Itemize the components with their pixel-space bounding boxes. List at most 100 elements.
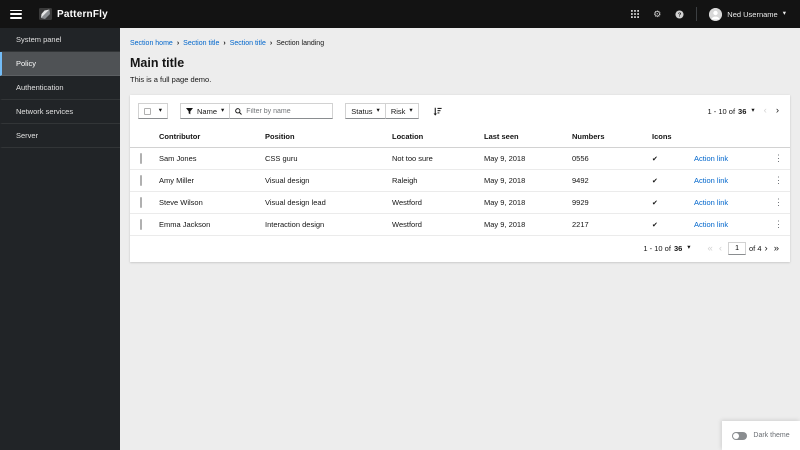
action-link[interactable]: Action link bbox=[694, 220, 728, 229]
name-filter-dropdown[interactable]: Name ▾ bbox=[180, 103, 231, 119]
sidebar-item-system-panel[interactable]: System panel bbox=[0, 28, 120, 52]
cell-last-seen: May 9, 2018 bbox=[480, 169, 568, 192]
sidebar-item-authentication[interactable]: Authentication bbox=[0, 76, 120, 100]
svg-text:?: ? bbox=[678, 12, 682, 18]
col-header-contributor[interactable]: Contributor bbox=[155, 127, 261, 148]
cell-position: Visual design lead bbox=[261, 191, 388, 214]
cell-numbers: 9492 bbox=[568, 169, 648, 192]
cell-contributor: Amy Miller bbox=[155, 169, 261, 192]
status-filter-label: Status bbox=[351, 106, 373, 116]
data-table-card: ▾ Name ▾ Status ▾ bbox=[130, 95, 790, 262]
kebab-menu-icon[interactable]: ⋮ bbox=[774, 219, 783, 229]
cell-last-seen: May 9, 2018 bbox=[480, 191, 568, 214]
sort-button[interactable] bbox=[433, 107, 442, 116]
search-box[interactable] bbox=[229, 103, 334, 119]
cell-numbers: 0556 bbox=[568, 147, 648, 170]
bulk-select-dropdown[interactable]: ▾ bbox=[138, 103, 168, 119]
cell-location: Westford bbox=[388, 213, 480, 236]
cell-position: Interaction design bbox=[261, 213, 388, 236]
kebab-menu-icon[interactable]: ⋮ bbox=[774, 197, 783, 207]
risk-filter-label: Risk bbox=[390, 106, 406, 116]
sidebar-item-server[interactable]: Server bbox=[0, 124, 120, 148]
user-caret-icon: ▾ bbox=[782, 9, 786, 17]
row-checkbox[interactable] bbox=[140, 219, 142, 230]
check-icon: ✔ bbox=[652, 156, 658, 163]
status-filter-dropdown[interactable]: Status ▾ bbox=[345, 103, 386, 119]
breadcrumb-separator-icon: › bbox=[176, 40, 180, 47]
breadcrumb-link[interactable]: Section title bbox=[230, 40, 266, 47]
prev-page-button[interactable]: ‹ bbox=[761, 106, 770, 116]
row-checkbox[interactable] bbox=[140, 197, 142, 208]
kebab-menu-icon[interactable]: ⋮ bbox=[774, 175, 783, 185]
kebab-menu-icon[interactable]: ⋮ bbox=[774, 153, 783, 163]
theme-toggle-card: Dark theme bbox=[722, 421, 800, 450]
help-icon[interactable]: ? bbox=[675, 9, 684, 19]
check-icon: ✔ bbox=[652, 178, 658, 185]
masthead: PatternFly ⚙ ? Ned Username ▾ bbox=[0, 0, 800, 28]
col-header-icons[interactable]: Icons bbox=[648, 127, 690, 148]
cell-numbers: 9929 bbox=[568, 191, 648, 214]
breadcrumb-link[interactable]: Section title bbox=[183, 40, 219, 47]
table-header-row: Contributor Position Location Last seen … bbox=[130, 127, 790, 148]
table-row: Amy Miller Visual design Raleigh May 9, … bbox=[130, 169, 790, 192]
brand-logo-icon bbox=[39, 8, 52, 20]
cell-position: CSS guru bbox=[261, 147, 388, 170]
app-launcher-icon[interactable] bbox=[631, 10, 640, 18]
next-page-button[interactable]: › bbox=[773, 106, 782, 116]
name-filter-label: Name bbox=[197, 106, 218, 116]
breadcrumb-link[interactable]: Section home bbox=[130, 40, 173, 47]
cell-location: Raleigh bbox=[388, 169, 480, 192]
cell-contributor: Emma Jackson bbox=[155, 213, 261, 236]
breadcrumb-separator-icon: › bbox=[223, 40, 226, 47]
pagination-range: 1 - 10 of bbox=[643, 244, 671, 253]
search-input[interactable] bbox=[246, 107, 328, 115]
brand[interactable]: PatternFly bbox=[39, 8, 108, 20]
pagination-total: 36 bbox=[673, 244, 683, 253]
col-header-numbers[interactable]: Numbers bbox=[568, 127, 648, 148]
sidebar-item-policy[interactable]: Policy bbox=[0, 52, 120, 76]
avatar bbox=[709, 7, 723, 21]
table-row: Emma Jackson Interaction design Westford… bbox=[130, 213, 790, 236]
action-link[interactable]: Action link bbox=[694, 198, 728, 207]
dark-theme-label: Dark theme bbox=[753, 432, 790, 439]
prev-page-button[interactable]: ‹ bbox=[716, 244, 725, 254]
cell-last-seen: May 9, 2018 bbox=[480, 213, 568, 236]
action-link[interactable]: Action link bbox=[694, 176, 728, 185]
col-header-position[interactable]: Position bbox=[261, 127, 388, 148]
settings-gear-icon[interactable]: ⚙ bbox=[653, 9, 661, 19]
pagination-caret-icon[interactable]: ▾ bbox=[751, 107, 754, 115]
col-header-last-seen[interactable]: Last seen bbox=[480, 127, 568, 148]
contributors-table: Contributor Position Location Last seen … bbox=[130, 127, 790, 236]
col-header-location[interactable]: Location bbox=[388, 127, 480, 148]
cell-contributor: Sam Jones bbox=[155, 147, 261, 170]
masthead-divider bbox=[696, 7, 698, 21]
cell-location: Westford bbox=[388, 191, 480, 214]
sidebar-item-network-services[interactable]: Network services bbox=[0, 100, 120, 124]
dark-theme-toggle[interactable] bbox=[732, 431, 748, 440]
next-page-button[interactable]: › bbox=[762, 244, 771, 254]
risk-filter-dropdown[interactable]: Risk ▾ bbox=[384, 103, 419, 119]
last-page-button[interactable]: » bbox=[771, 244, 782, 254]
user-menu[interactable]: Ned Username ▾ bbox=[709, 7, 786, 21]
pagination-bottom: 1 - 10 of 36 ▾ « ‹ of 4 › » bbox=[130, 236, 790, 262]
current-page-input[interactable] bbox=[728, 242, 747, 255]
pagination-of-pages: of 4 bbox=[749, 244, 762, 253]
breadcrumb: Section home › Section title › Section t… bbox=[130, 40, 790, 47]
bulk-select-checkbox[interactable] bbox=[144, 107, 151, 115]
table-row: Steve Wilson Visual design lead Westford… bbox=[130, 191, 790, 214]
cell-position: Visual design bbox=[261, 169, 388, 192]
nav-toggle-icon[interactable] bbox=[10, 9, 22, 19]
search-icon bbox=[235, 107, 243, 115]
risk-caret-icon: ▾ bbox=[409, 106, 413, 114]
page-title: Main title bbox=[130, 56, 185, 70]
user-name: Ned Username bbox=[727, 9, 778, 19]
bulk-select-caret-icon: ▾ bbox=[158, 106, 162, 114]
name-filter-caret-icon: ▾ bbox=[221, 106, 225, 114]
pagination-caret-icon[interactable]: ▾ bbox=[687, 245, 690, 252]
breadcrumb-current: Section landing bbox=[276, 40, 325, 47]
row-checkbox[interactable] bbox=[140, 153, 142, 164]
cell-numbers: 2217 bbox=[568, 213, 648, 236]
action-link[interactable]: Action link bbox=[694, 154, 728, 163]
first-page-button[interactable]: « bbox=[705, 244, 716, 254]
row-checkbox[interactable] bbox=[140, 175, 142, 186]
